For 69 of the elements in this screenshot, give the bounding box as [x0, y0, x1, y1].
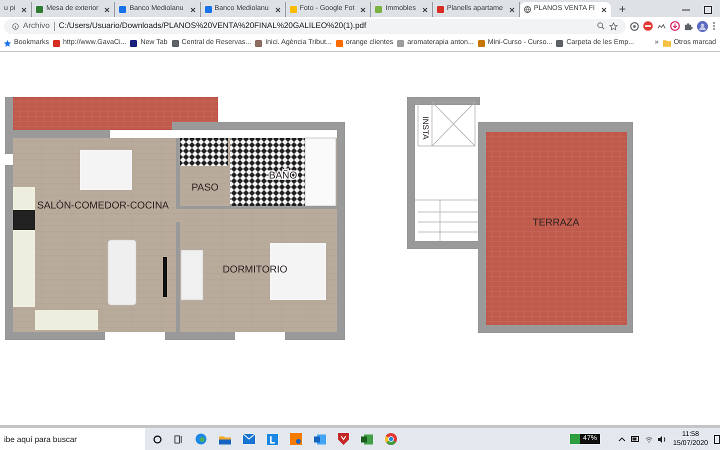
site-icon — [172, 40, 179, 46]
room-label: PASO — [191, 182, 219, 194]
sofa — [108, 240, 136, 306]
chrome-icon[interactable] — [385, 433, 397, 445]
dining-table — [80, 150, 132, 190]
tv — [163, 257, 167, 297]
zoom-icon[interactable] — [597, 22, 605, 30]
profile-avatar-icon[interactable] — [697, 20, 708, 32]
site-icon — [36, 6, 44, 13]
close-icon[interactable] — [104, 6, 110, 12]
mail-icon[interactable] — [243, 434, 255, 444]
site-icon — [478, 40, 485, 46]
site-icon — [255, 40, 262, 46]
battery-icon[interactable] — [630, 436, 640, 442]
menu-icon[interactable] — [712, 21, 716, 31]
close-icon[interactable] — [274, 6, 281, 12]
close-icon[interactable] — [422, 6, 428, 12]
close-icon[interactable] — [360, 6, 366, 12]
new-tab-button[interactable]: + — [610, 2, 634, 17]
close-icon[interactable] — [600, 6, 607, 12]
close-icon[interactable] — [508, 6, 515, 12]
cortana-circle-icon[interactable] — [153, 434, 162, 444]
notification-icon[interactable] — [714, 434, 720, 444]
taskbar-search-field[interactable]: ibe aquí para buscar — [0, 428, 145, 450]
folder-icon[interactable] — [219, 434, 231, 444]
kitchen-counter — [35, 310, 98, 330]
room-label: BAÑO — [268, 170, 298, 182]
pinterest-extension-icon[interactable] — [630, 22, 639, 30]
task-view-icon[interactable] — [174, 434, 183, 444]
room-label: SALÓN-COMEDOR-COCINA — [37, 200, 169, 212]
site-icon — [397, 40, 404, 46]
shower — [304, 138, 336, 206]
globe-icon — [524, 6, 531, 13]
star-icon — [4, 40, 11, 46]
room-label: TERRAZA — [532, 218, 580, 229]
download-extension-icon[interactable] — [670, 21, 680, 31]
close-icon[interactable] — [190, 6, 196, 12]
edge-browser-icon[interactable] — [195, 433, 207, 445]
star-icon[interactable] — [609, 22, 618, 30]
excel-icon[interactable] — [361, 434, 373, 444]
extension-icon[interactable] — [657, 22, 666, 30]
wardrobe — [180, 250, 204, 300]
url-text: C:/Users/Usuario/Downloads/PLANOS%20VENTA%20FINAL%20GALILEO%20(1).pdf — [58, 20, 366, 32]
speaker-icon[interactable] — [658, 436, 667, 442]
site-icon — [204, 6, 212, 13]
adblock-extension-icon[interactable] — [643, 21, 653, 31]
shield-icon[interactable] — [338, 433, 349, 445]
site-icon — [130, 40, 138, 46]
chevron-up-icon[interactable] — [618, 436, 626, 442]
word-icon[interactable] — [314, 434, 326, 444]
close-icon[interactable] — [21, 6, 28, 12]
address-bar[interactable]: Archivo C:/Users/Usuario/Downloads/PLANOS%20VENTA%20FINAL%20GALILEO%20(1).pdf — [4, 18, 626, 34]
site-icon — [53, 40, 60, 46]
site-icon — [556, 40, 564, 46]
site-icon — [375, 6, 382, 13]
site-icon — [119, 6, 126, 13]
site-icon — [290, 6, 297, 13]
wifi-icon[interactable] — [644, 436, 653, 442]
site-icon — [436, 6, 444, 13]
site-icon — [336, 40, 343, 46]
maximize-icon[interactable] — [704, 6, 712, 14]
room-label: INSTA — [420, 116, 430, 140]
tiled-floor — [180, 138, 228, 166]
folder-icon — [662, 40, 671, 46]
cooktop — [13, 210, 35, 230]
puzzle-icon[interactable] — [684, 22, 693, 30]
info-icon — [12, 22, 19, 30]
letter-l-app-icon[interactable] — [267, 434, 278, 444]
file-scheme-label: Archivo — [23, 20, 50, 32]
